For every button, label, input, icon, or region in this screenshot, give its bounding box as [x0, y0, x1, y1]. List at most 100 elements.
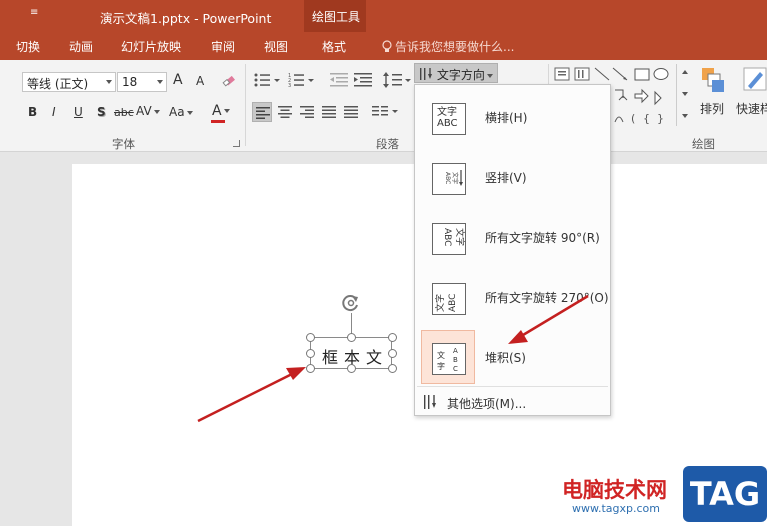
shrink-font-button[interactable]: A	[196, 74, 204, 88]
bullets-icon[interactable]	[254, 72, 280, 91]
character-spacing-button[interactable]: AV	[136, 104, 160, 118]
svg-text:文字: 文字	[434, 294, 446, 312]
watermark-site-name: 电脑技术网	[562, 478, 667, 502]
columns-icon[interactable]	[372, 105, 400, 122]
font-color-bar	[211, 120, 225, 123]
tab-view[interactable]: 视图	[264, 38, 288, 55]
tab-review[interactable]: 审阅	[211, 38, 235, 55]
menu-item-more-options[interactable]: 其他选项(M)...	[415, 389, 610, 415]
watermark-url: www.tagxp.com	[572, 502, 660, 515]
menu-item-label: 竖排(V)	[485, 171, 527, 185]
quick-styles-button[interactable]: 快速样	[736, 66, 767, 122]
title-bar: ≡ 演示文稿1.pptx - PowerPoint	[0, 0, 767, 32]
resize-handle-e[interactable]	[388, 349, 397, 358]
font-size-value: 18	[122, 75, 138, 89]
rotate-270-preview-icon: 文字 ABC	[421, 270, 475, 324]
shapes-gallery-scroll[interactable]	[676, 64, 688, 126]
svg-text:文: 文	[437, 350, 445, 360]
svg-text:ABC: ABC	[448, 294, 458, 312]
more-options-label: 其他选项(M)...	[447, 397, 527, 411]
svg-text:文字: 文字	[454, 228, 466, 246]
text-direction-icon	[420, 68, 432, 80]
menu-item-label: 所有文字旋转 270°(O)	[485, 291, 609, 305]
resize-handle-s[interactable]	[347, 364, 356, 373]
font-dialog-launcher-icon[interactable]	[233, 140, 240, 147]
menu-item-rotate-270[interactable]: 文字 ABC 所有文字旋转 270°(O)	[415, 268, 610, 326]
resize-handle-se[interactable]	[388, 364, 397, 373]
menu-item-horizontal[interactable]: 文字 ABC 横排(H)	[415, 88, 610, 146]
font-name-combo[interactable]: 等线 (正文)	[22, 72, 116, 92]
svg-text:{: {	[643, 112, 650, 125]
svg-text:}: }	[657, 112, 664, 125]
svg-text:ABC: ABC	[444, 172, 451, 184]
resize-handle-sw[interactable]	[306, 364, 315, 373]
group-separator	[245, 64, 246, 146]
text-direction-menu: 文字 ABC 横排(H) 文字 ABC 竖排(V) 文字 ABC 所有文字旋转 90°…	[414, 84, 611, 416]
align-left-icon	[256, 107, 270, 119]
align-center-icon[interactable]	[278, 106, 292, 121]
arrange-icon	[702, 68, 724, 92]
increase-indent-icon[interactable]	[354, 73, 372, 90]
resize-handle-ne[interactable]	[388, 333, 397, 342]
svg-text:(: (	[631, 112, 635, 125]
rotate-handle-icon[interactable]	[341, 293, 361, 313]
arrange-button[interactable]: 排列	[696, 66, 732, 122]
grow-font-button[interactable]: A	[173, 72, 183, 88]
tab-transitions[interactable]: 切换	[16, 38, 40, 55]
rotate-90-preview-icon: 文字 ABC	[421, 210, 475, 264]
tab-slideshow[interactable]: 幻灯片放映	[121, 38, 181, 55]
resize-handle-n[interactable]	[347, 333, 356, 342]
vertical-preview-icon: 文字 ABC	[421, 150, 475, 204]
watermark-logo: TAG	[683, 466, 767, 522]
distributed-icon[interactable]	[344, 106, 358, 121]
justify-icon[interactable]	[322, 106, 336, 121]
italic-button[interactable]: I	[52, 105, 56, 119]
quick-styles-icon	[743, 67, 767, 91]
paragraph-group-label: 段落	[376, 137, 399, 151]
numbering-icon[interactable]: 123	[288, 72, 314, 91]
svg-text:3: 3	[288, 83, 291, 88]
font-color-label: A	[212, 103, 222, 119]
resize-handle-w[interactable]	[306, 349, 315, 358]
tab-animations[interactable]: 动画	[69, 38, 93, 55]
font-color-button[interactable]: A	[212, 103, 230, 119]
text-direction-button[interactable]: 文字方向	[414, 63, 498, 83]
change-case-label: Aa	[169, 105, 185, 119]
align-left-button[interactable]	[252, 102, 272, 122]
drawing-group-label: 绘图	[692, 137, 715, 151]
align-right-icon[interactable]	[300, 106, 314, 121]
stacked-preview-icon: 文字ABC	[421, 330, 475, 384]
menu-item-rotate-90[interactable]: 文字 ABC 所有文字旋转 90°(R)	[415, 208, 610, 266]
menu-item-label: 横排(H)	[485, 111, 528, 125]
quick-access-menu-icon[interactable]: ≡	[30, 7, 38, 18]
menu-item-stacked[interactable]: 文字ABC 堆积(S)	[415, 328, 610, 386]
decrease-indent-icon[interactable]	[330, 73, 348, 90]
window-title: 演示文稿1.pptx - PowerPoint	[100, 11, 272, 26]
text-direction-icon	[424, 395, 436, 409]
font-group-label: 字体	[112, 137, 135, 151]
svg-text:ABC: ABC	[442, 228, 452, 246]
svg-text:字: 字	[437, 361, 445, 371]
tell-me-search[interactable]: 告诉我您想要做什么...	[382, 38, 514, 55]
text-direction-label: 文字方向	[436, 68, 485, 82]
menu-item-label: 所有文字旋转 90°(R)	[485, 231, 600, 245]
resize-handle-nw[interactable]	[306, 333, 315, 342]
svg-text:A: A	[453, 347, 458, 355]
text-shadow-button[interactable]: S	[97, 105, 106, 119]
change-case-button[interactable]: Aa	[169, 105, 193, 119]
menu-separator	[417, 386, 608, 387]
font-name-value: 等线 (正文)	[27, 77, 89, 91]
character-spacing-label: AV	[136, 104, 152, 118]
tell-me-text: 告诉我您想要做什么...	[395, 40, 515, 54]
font-size-combo[interactable]: 18	[117, 72, 167, 92]
svg-text:B: B	[453, 356, 458, 364]
underline-button[interactable]: U	[74, 105, 83, 119]
strikethrough-button[interactable]: abc	[114, 106, 134, 119]
tab-format[interactable]: 格式	[322, 38, 346, 55]
bold-button[interactable]: B	[28, 105, 37, 119]
quick-styles-label: 快速样	[736, 102, 767, 116]
menu-item-vertical[interactable]: 文字 ABC 竖排(V)	[415, 148, 610, 206]
clear-formatting-icon[interactable]	[222, 72, 238, 91]
text-box-content[interactable]: 框本文	[322, 344, 388, 368]
line-spacing-icon[interactable]	[383, 71, 411, 92]
